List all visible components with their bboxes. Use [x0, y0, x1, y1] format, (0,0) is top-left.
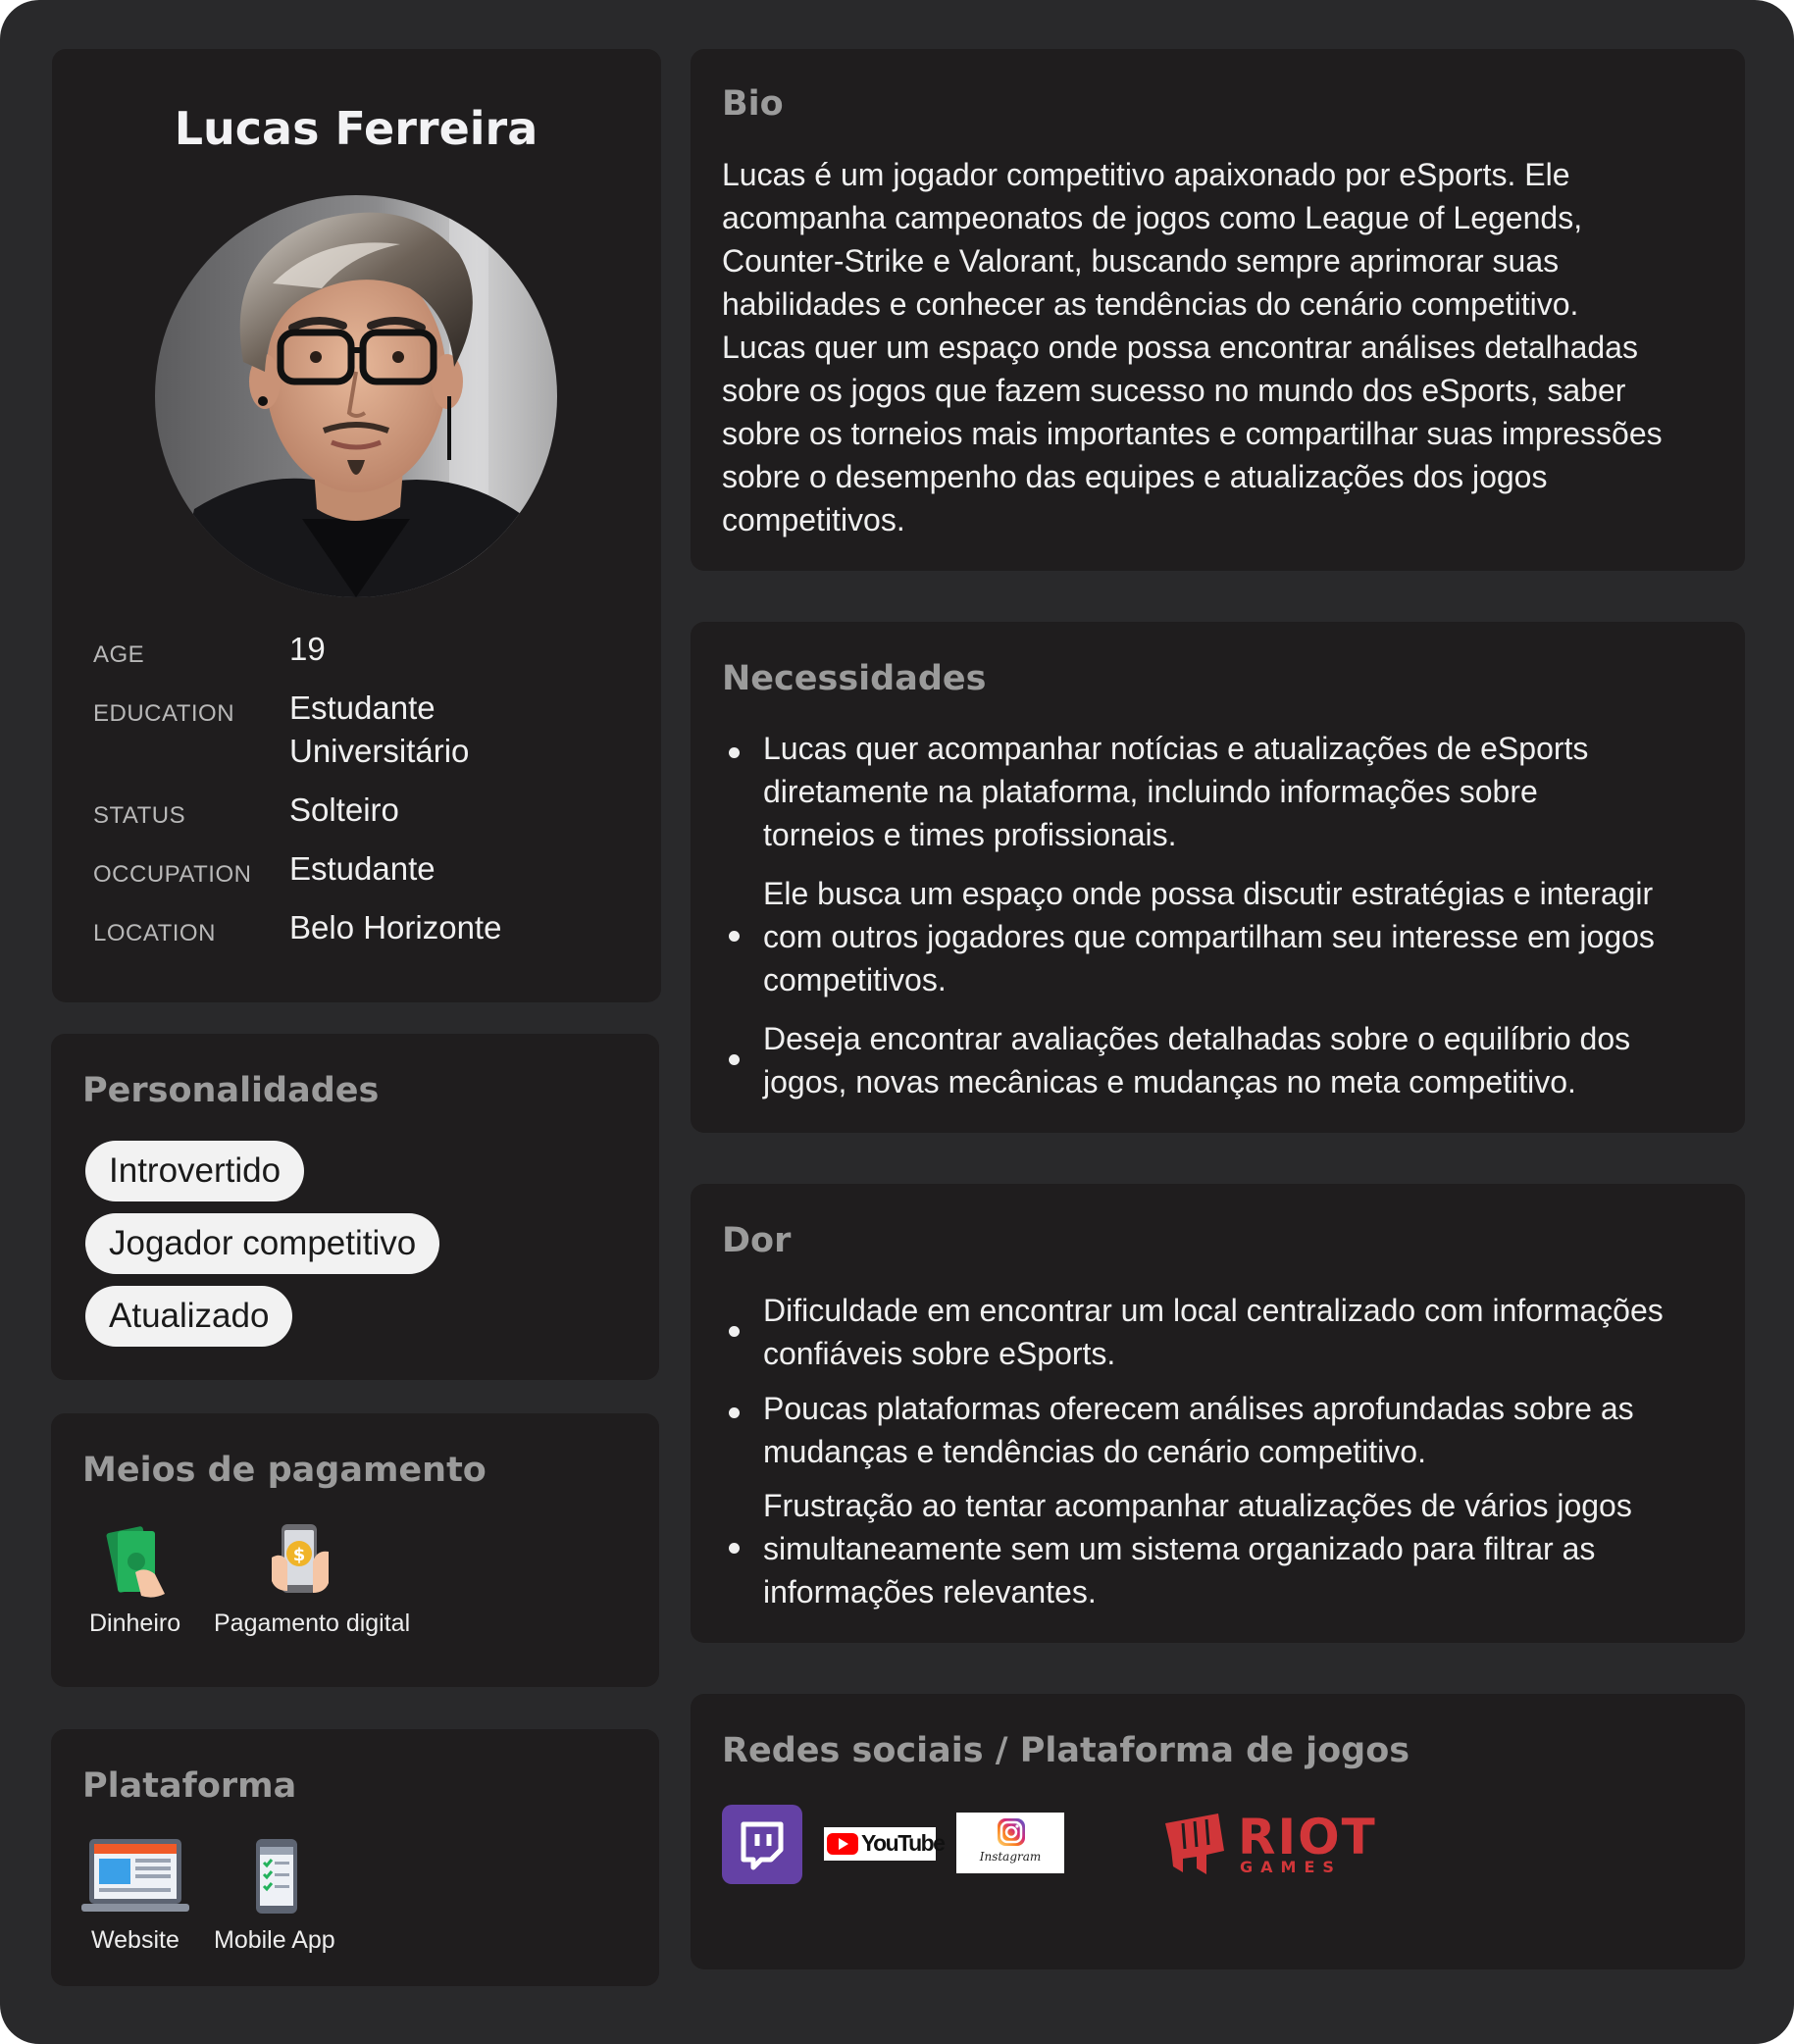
bullet-icon — [729, 1054, 740, 1065]
pain-line: Frustração ao tentar acompanhar atualiza… — [763, 1488, 1632, 1523]
platform-title: Plataforma — [82, 1766, 297, 1806]
info-label: OCCUPATION — [93, 861, 252, 888]
pain-line: simultaneamente sem um sistema organizad… — [763, 1531, 1596, 1566]
bio-line: Lucas é um jogador competitivo apaixonad… — [722, 157, 1570, 192]
payment-title: Meios de pagamento — [82, 1451, 487, 1490]
smartphone-icon — [254, 1837, 299, 1916]
needs-line: Deseja encontrar avaliações detalhadas s… — [763, 1021, 1631, 1056]
bio-line: acompanha campeonatos de jogos como Leag… — [722, 200, 1583, 235]
persona-name: Lucas Ferreira — [174, 102, 538, 155]
needs-line: torneios e times profissionais. — [763, 817, 1177, 852]
pain-line: confiáveis sobre eSports. — [763, 1336, 1116, 1371]
social-card: Redes sociais / Plataforma de jogos YouT… — [691, 1694, 1745, 1969]
pain-title: Dor — [722, 1221, 792, 1260]
pain-line: informações relevantes. — [763, 1574, 1097, 1610]
profile-card: Lucas Ferreira AGE 19 EDUCATION Estudant… — [52, 49, 661, 1002]
platform-label: Website — [91, 1926, 179, 1954]
bullet-icon — [729, 1326, 740, 1337]
platform-card: Plataforma Website Mobile App — [51, 1729, 659, 1986]
social-title: Redes sociais / Plataforma de jogos — [722, 1731, 1410, 1770]
instagram-wordmark: Instagram — [979, 1850, 1042, 1864]
info-value: Estudante Universitário — [289, 690, 470, 769]
svg-text:$: $ — [293, 1545, 306, 1565]
info-label: EDUCATION — [93, 700, 235, 727]
riot-games-logo[interactable]: RIOT GAMES — [1161, 1810, 1375, 1878]
twitch-logo[interactable] — [722, 1805, 802, 1884]
info-value: Estudante — [289, 850, 436, 887]
personality-title: Personalidades — [82, 1071, 380, 1110]
needs-line: Ele busca um espaço onde possa discutir … — [763, 876, 1654, 911]
bio-line: Lucas quer um espaço onde possa encontra… — [722, 330, 1638, 365]
needs-line: Lucas quer acompanhar notícias e atualiz… — [763, 731, 1589, 766]
info-label: STATUS — [93, 802, 186, 829]
info-label: LOCATION — [93, 920, 216, 946]
bio-title: Bio — [722, 84, 784, 124]
info-value: Solteiro — [289, 792, 399, 828]
bio-line: sobre os jogos que fazem sucesso no mund… — [722, 373, 1626, 408]
payment-label: Pagamento digital — [214, 1610, 411, 1637]
info-value: 19 — [289, 631, 326, 667]
pain-line: Poucas plataformas oferecem análises apr… — [763, 1391, 1634, 1426]
platform-label: Mobile App — [214, 1926, 335, 1954]
personality-tag: Atualizado — [85, 1286, 293, 1347]
needs-line: competitivos. — [763, 962, 947, 997]
needs-line: diretamente na plataforma, incluindo inf… — [763, 774, 1538, 809]
personality-card: Personalidades Introvertido Jogador comp… — [51, 1034, 659, 1380]
needs-title: Necessidades — [722, 659, 987, 698]
bullet-icon — [729, 931, 740, 942]
instagram-logo[interactable]: Instagram — [956, 1813, 1064, 1873]
bio-line: sobre os torneios mais importantes e com… — [722, 416, 1663, 451]
avatar — [155, 195, 557, 597]
info-label: AGE — [93, 641, 145, 668]
bio-line: sobre o desempenho das equipes e atualiz… — [722, 459, 1548, 494]
payment-label: Dinheiro — [89, 1610, 181, 1637]
personality-tag: Jogador competitivo — [85, 1213, 440, 1274]
bullet-icon — [729, 1407, 740, 1418]
needs-card: Necessidades Lucas quer acompanhar notíc… — [691, 622, 1745, 1133]
youtube-wordmark: YouTube — [861, 1830, 946, 1856]
needs-line: jogos, novas mecânicas e mudanças no met… — [763, 1064, 1576, 1099]
pain-line: mudanças e tendências do cenário competi… — [763, 1434, 1426, 1469]
bio-card: Bio Lucas é um jogador competitivo apaix… — [691, 49, 1745, 571]
pain-card: Dor Dificuldade em encontrar um local ce… — [691, 1184, 1745, 1643]
persona-sheet: Lucas Ferreira AGE 19 EDUCATION Estudant… — [0, 0, 1794, 2044]
pain-line: Dificuldade em encontrar um local centra… — [763, 1293, 1664, 1328]
info-value: Belo Horizonte — [289, 909, 502, 945]
payment-card: Meios de pagamento Dinheiro $ Pagamento … — [51, 1413, 659, 1687]
digital-payment-icon: $ — [270, 1522, 331, 1597]
laptop-icon — [81, 1837, 189, 1916]
needs-line: com outros jogadores que compartilham se… — [763, 919, 1655, 954]
riot-wordmark: RIOT — [1238, 1809, 1377, 1865]
bio-text: Lucas é um jogador competitivo apaixonad… — [722, 153, 1732, 541]
bio-line: competitivos. — [722, 502, 905, 537]
bullet-icon — [729, 1543, 740, 1554]
bio-line: Counter-Strike e Valorant, buscando semp… — [722, 243, 1560, 279]
cash-icon — [106, 1525, 167, 1600]
personality-tag: Introvertido — [85, 1141, 305, 1201]
riot-games-subtext: GAMES — [1240, 1858, 1342, 1876]
youtube-logo[interactable]: YouTube — [824, 1827, 946, 1861]
bullet-icon — [729, 747, 740, 758]
bio-line: habilidades e conhecer as tendências do … — [722, 286, 1579, 322]
